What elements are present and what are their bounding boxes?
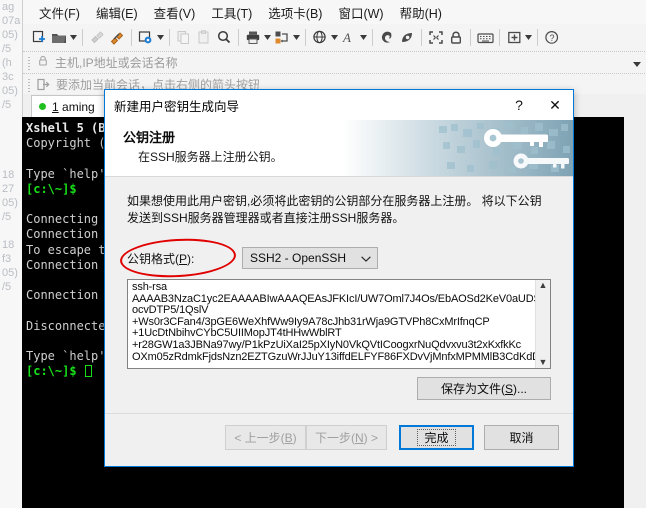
fullscreen-icon[interactable] (426, 27, 446, 48)
toolbar-grip[interactable] (25, 54, 34, 71)
instruction-paragraph: 如果想使用此用户密钥,必须将此密钥的公钥部分在服务器上注册。 将以下公钥发送到S… (127, 194, 542, 225)
toolbar-separator (305, 29, 306, 46)
lock-icon[interactable] (446, 27, 466, 48)
disconnect-icon (87, 27, 107, 48)
print-icon[interactable] (243, 27, 263, 48)
screen: ag 07a 05)/5 (h 3c 05)/5 18 27 05)/5 18 f3 05)/5 … (0, 0, 646, 508)
toolbar-separator (238, 29, 239, 46)
toolbar-separator (169, 29, 170, 46)
dialog-title-bar[interactable]: 新建用户密钥生成向导 ? ✕ (105, 90, 573, 120)
keys-banner-graphic (343, 120, 573, 176)
sftp-icon[interactable] (397, 27, 417, 48)
copy-icon (174, 27, 194, 48)
globe-caret-icon[interactable] (330, 27, 339, 48)
public-key-line: OXm05zRdmkFjdsNzn2EZTGzuWrJJuY13iffdELFY… (132, 350, 535, 363)
menu-item-0[interactable]: 文件(F) (31, 1, 88, 24)
ftp-icon[interactable] (377, 27, 397, 48)
dialog-subheading: 在SSH服务器上注册公钥。 (138, 150, 283, 164)
public-key-format-label: 公钥格式(P): (127, 251, 195, 266)
print-caret-icon[interactable] (263, 27, 272, 48)
tab-label: 1 aming (52, 100, 95, 114)
public-key-format-row: 公钥格式(P): SSH2 - OpenSSH (127, 247, 378, 269)
toolbar-separator (82, 29, 83, 46)
help-icon[interactable]: ? (542, 27, 562, 48)
menu-item-3[interactable]: 工具(T) (203, 1, 260, 24)
public-key-format-select[interactable]: SSH2 - OpenSSH (242, 247, 378, 269)
public-key-textarea[interactable]: ssh-rsa AAAAB3NzaC1yc2EAAAABIwAAAQEAsJFKI… (127, 279, 551, 369)
keyboard-icon[interactable] (475, 27, 495, 48)
public-key-text[interactable]: ssh-rsa AAAAB3NzaC1yc2EAAAABIwAAAQEAsJFKI… (128, 280, 535, 368)
finish-button[interactable]: 完成 (399, 425, 474, 450)
menu-item-6[interactable]: 帮助(H) (392, 1, 450, 24)
dialog-window-buttons: ? ✕ (501, 90, 573, 120)
add-tab-icon[interactable] (504, 27, 524, 48)
session-properties-caret-icon[interactable] (156, 27, 165, 48)
host-input-placeholder[interactable]: 主机,IP地址或会话名称 (55, 54, 633, 71)
svg-text:A: A (342, 30, 351, 45)
session-status-dot (39, 103, 46, 110)
menu-item-4[interactable]: 选项卡(B) (260, 1, 330, 24)
previous-step-button: < 上一步(B) (225, 425, 306, 450)
new-user-key-wizard-dialog: 新建用户密钥生成向导 ? ✕ 公钥注册 在SSH服务器上注册公钥。 如果想使用此… (104, 89, 574, 467)
scroll-down-icon[interactable]: ▼ (539, 358, 548, 367)
transfer-caret-icon[interactable] (292, 27, 301, 48)
add-tab-caret-icon[interactable] (524, 27, 533, 48)
public-key-line: +r28GW1a3JBNa97wy/P1kPzUiXaI25pXIyN0VkQV… (132, 338, 522, 351)
menu-item-5[interactable]: 窗口(W) (330, 1, 391, 24)
tab-label-name: aming (58, 99, 95, 114)
toolbar: A ? (23, 24, 646, 51)
dialog-banner: 公钥注册 在SSH服务器上注册公钥。 (105, 120, 573, 177)
tab-label-index: 1 (52, 99, 59, 114)
close-icon[interactable]: ✕ (537, 90, 573, 120)
public-key-line: ssh-rsa (132, 281, 168, 293)
toolbar-separator (372, 29, 373, 46)
help-icon[interactable]: ? (501, 90, 537, 120)
add-favorite-icon[interactable] (37, 78, 50, 91)
menu-bar: 文件(F) 编辑(E) 查看(V) 工具(T) 选项卡(B) 窗口(W) 帮助(H) (23, 0, 646, 24)
dialog-title: 新建用户密钥生成向导 (114, 99, 240, 114)
find-icon[interactable] (214, 27, 234, 48)
next-step-button: 下一步(N) > (306, 425, 387, 450)
paste-icon (194, 27, 214, 48)
open-folder-icon[interactable] (49, 27, 69, 48)
globe-icon[interactable] (310, 27, 330, 48)
menu-item-1[interactable]: 编辑(E) (88, 1, 146, 24)
font-icon[interactable]: A (339, 27, 359, 48)
connect-icon[interactable] (107, 27, 127, 48)
scroll-up-icon[interactable]: ▲ (539, 281, 548, 290)
chevron-down-icon (361, 251, 371, 265)
dialog-heading: 公钥注册 (123, 130, 176, 145)
font-caret-icon[interactable] (359, 27, 368, 48)
terminal-cursor (84, 365, 92, 378)
chevron-down-icon[interactable] (633, 54, 641, 72)
session-properties-icon[interactable] (136, 27, 156, 48)
dialog-body: 如果想使用此用户密钥,必须将此密钥的公钥部分在服务器上注册。 将以下公钥发送到S… (105, 177, 573, 415)
host-address-bar[interactable]: 主机,IP地址或会话名称 (23, 51, 646, 73)
open-folder-caret-icon[interactable] (69, 27, 78, 48)
lock-icon (38, 54, 48, 72)
toolbar-separator (421, 29, 422, 46)
toolbar-separator (499, 29, 500, 46)
toolbar-separator (131, 29, 132, 46)
save-as-file-button[interactable]: 保存为文件(S)... (417, 377, 551, 400)
finish-button-label: 完成 (417, 429, 456, 446)
public-key-scrollbar[interactable]: ▲ ▼ (535, 280, 550, 368)
cancel-button[interactable]: 取消 (484, 425, 559, 450)
dialog-footer: < 上一步(B) 下一步(N) > 完成 取消 (105, 413, 573, 466)
toolbar-separator (470, 29, 471, 46)
new-session-icon[interactable] (29, 27, 49, 48)
transfer-icon[interactable] (272, 27, 292, 48)
toolbar-grip[interactable] (25, 76, 34, 92)
svg-text:?: ? (550, 33, 555, 43)
toolbar-separator (537, 29, 538, 46)
menu-item-2[interactable]: 查看(V) (146, 1, 204, 24)
public-key-format-value: SSH2 - OpenSSH (250, 251, 347, 265)
